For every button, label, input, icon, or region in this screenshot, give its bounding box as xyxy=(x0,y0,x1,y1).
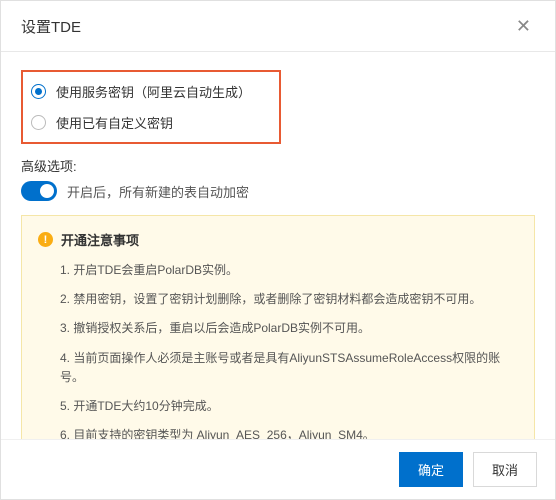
notice-item: 5. 开通TDE大约10分钟完成。 xyxy=(60,397,518,416)
dialog-title: 设置TDE xyxy=(21,16,81,37)
notice-item: 6. 目前支持的密钥类型为 Aliyun_AES_256，Aliyun_SM4。 xyxy=(60,426,518,439)
dialog-footer: 确定 取消 xyxy=(1,439,555,499)
notice-title: 开通注意事项 xyxy=(61,230,139,249)
notice-list: 1. 开启TDE会重启PolarDB实例。 2. 禁用密钥，设置了密钥计划删除，… xyxy=(38,261,518,439)
key-type-radio-group: 使用服务密钥（阿里云自动生成） 使用已有自定义密钥 xyxy=(21,70,281,144)
radio-label: 使用已有自定义密钥 xyxy=(56,113,173,132)
close-icon[interactable]: ✕ xyxy=(512,15,535,37)
toggle-knob xyxy=(40,184,54,198)
notice-item: 1. 开启TDE会重启PolarDB实例。 xyxy=(60,261,518,280)
dialog-header: 设置TDE ✕ xyxy=(1,1,555,52)
toggle-description: 开启后，所有新建的表自动加密 xyxy=(67,182,249,201)
dialog-body: 使用服务密钥（阿里云自动生成） 使用已有自定义密钥 高级选项: 开启后，所有新建… xyxy=(1,52,555,439)
radio-custom-key[interactable]: 使用已有自定义密钥 xyxy=(31,113,271,132)
notice-header: ! 开通注意事项 xyxy=(38,230,518,249)
radio-icon xyxy=(31,115,46,130)
advanced-options-label: 高级选项: xyxy=(21,156,535,175)
notice-item: 2. 禁用密钥，设置了密钥计划删除，或者删除了密钥材料都会造成密钥不可用。 xyxy=(60,290,518,309)
auto-encrypt-toggle[interactable] xyxy=(21,181,57,201)
notice-item: 4. 当前页面操作人必须是主账号或者是具有AliyunSTSAssumeRole… xyxy=(60,349,518,387)
alert-icon: ! xyxy=(38,232,53,247)
advanced-row: 开启后，所有新建的表自动加密 xyxy=(21,181,535,201)
radio-icon xyxy=(31,84,46,99)
radio-label: 使用服务密钥（阿里云自动生成） xyxy=(56,82,251,101)
cancel-button[interactable]: 取消 xyxy=(473,452,537,487)
notice-item: 3. 撤销授权关系后，重启以后会造成PolarDB实例不可用。 xyxy=(60,319,518,338)
confirm-button[interactable]: 确定 xyxy=(399,452,463,487)
radio-service-key[interactable]: 使用服务密钥（阿里云自动生成） xyxy=(31,82,271,101)
notice-box: ! 开通注意事项 1. 开启TDE会重启PolarDB实例。 2. 禁用密钥，设… xyxy=(21,215,535,439)
